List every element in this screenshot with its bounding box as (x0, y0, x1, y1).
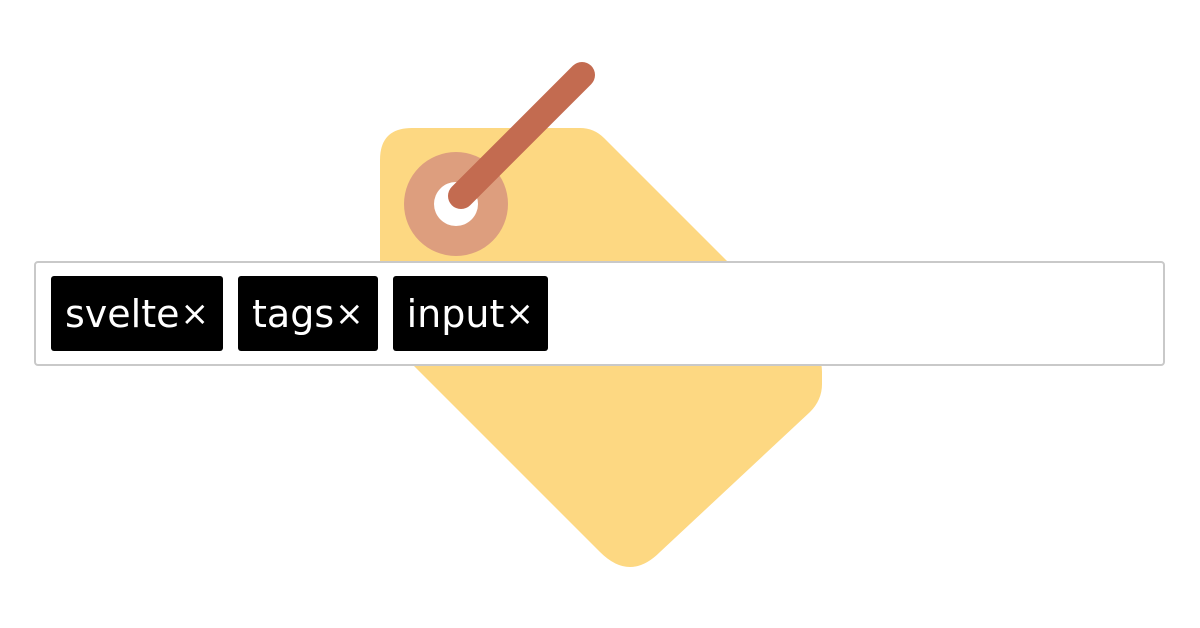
tag-label: input (406, 291, 505, 336)
tag-remove-icon[interactable]: × (505, 297, 534, 331)
tag-chip-svelte: svelte × (51, 276, 224, 351)
tag-chip-input: input × (392, 276, 548, 351)
tags-input-field[interactable]: svelte × tags × input × (34, 261, 1165, 366)
tag-remove-icon[interactable]: × (181, 297, 210, 331)
tag-label: tags (252, 291, 335, 336)
og-banner: svelte × tags × input × (0, 0, 1200, 628)
tag-text-input[interactable] (562, 278, 1163, 349)
tag-remove-icon[interactable]: × (335, 297, 364, 331)
tag-label: svelte (65, 291, 180, 336)
tag-chip-tags: tags × (238, 276, 378, 351)
